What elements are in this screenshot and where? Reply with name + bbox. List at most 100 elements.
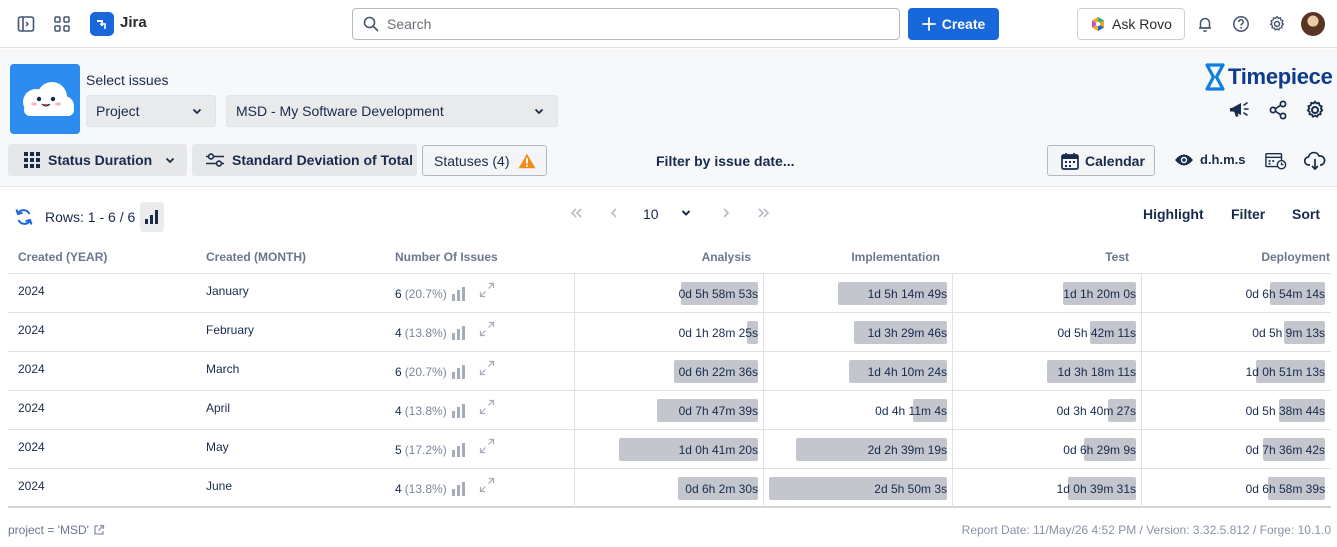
statuses-button[interactable]: Statuses (4) (422, 145, 547, 176)
expand-icon[interactable] (479, 399, 495, 415)
next-page-icon[interactable] (718, 204, 734, 222)
ask-rovo-button[interactable]: Ask Rovo (1077, 8, 1185, 40)
chevron-down-icon (166, 157, 175, 164)
calendar-button[interactable]: Calendar (1047, 145, 1155, 176)
deployment-cell[interactable]: 0d 6h 58m 39s (1142, 469, 1331, 508)
column-header-issues[interactable]: Number Of Issues (395, 250, 498, 264)
project-dropdown[interactable]: MSD - My Software Development (226, 95, 558, 127)
table-row[interactable]: 2024 April 4 (13.8%) 0d 7h 47m 39s 0d 4h … (8, 391, 1331, 430)
analysis-cell[interactable]: 0d 1h 28m 25s (575, 313, 764, 352)
cloud-download-icon[interactable] (1304, 150, 1326, 172)
settings-gear-icon[interactable] (1304, 99, 1326, 121)
last-page-icon[interactable] (756, 204, 772, 222)
test-cell[interactable]: 1d 3h 18m 11s (953, 352, 1142, 391)
bar-chart-icon[interactable] (451, 443, 466, 457)
table-row[interactable]: 2024 June 4 (13.8%) 0d 6h 2m 30s 2d 5h 50… (8, 469, 1331, 508)
sidebar-toggle-icon[interactable] (14, 12, 38, 36)
filter-button[interactable]: Filter (1231, 206, 1265, 222)
expand-icon[interactable] (479, 438, 495, 454)
megaphone-icon[interactable] (1229, 99, 1251, 121)
month-cell: February (206, 323, 255, 337)
table-row[interactable]: 2024 March 6 (20.7%) 0d 6h 22m 36s 1d 4h … (8, 352, 1331, 391)
column-header-deployment[interactable]: Deployment (1261, 250, 1330, 264)
test-cell[interactable]: 1d 1h 20m 0s (953, 274, 1142, 313)
bar-chart-icon (145, 210, 159, 224)
column-header-analysis[interactable]: Analysis (702, 250, 751, 264)
deployment-cell[interactable]: 0d 6h 54m 14s (1142, 274, 1331, 313)
issues-cell: 4 (13.8%) (395, 399, 495, 418)
filter-by-issue-date[interactable]: Filter by issue date... (656, 153, 795, 169)
test-cell[interactable]: 1d 0h 39m 31s (953, 469, 1142, 508)
external-link-icon (94, 524, 105, 535)
create-button[interactable]: Create (908, 8, 999, 40)
deployment-cell[interactable]: 0d 5h 38m 44s (1142, 391, 1331, 430)
analysis-cell[interactable]: 1d 0h 41m 20s (575, 430, 764, 469)
analysis-cell[interactable]: 0d 5h 58m 53s (575, 274, 764, 313)
user-avatar[interactable] (1301, 12, 1325, 36)
implementation-cell[interactable]: 0d 4h 11m 4s (764, 391, 953, 430)
implementation-cell[interactable]: 1d 4h 10m 24s (764, 352, 953, 391)
sort-button[interactable]: Sort (1292, 206, 1320, 222)
gear-icon[interactable] (1265, 12, 1289, 36)
duration-value: 0d 7h 36m 42s (1245, 443, 1325, 457)
scheduled-report-icon[interactable] (1265, 150, 1287, 172)
time-format-toggle[interactable]: d.h.m.s (1174, 152, 1246, 167)
previous-page-icon[interactable] (606, 204, 622, 222)
column-header-month[interactable]: Created (MONTH) (206, 250, 306, 264)
eye-icon (1175, 154, 1193, 165)
std-dev-button[interactable]: Standard Deviation of Total (192, 144, 417, 176)
refresh-icon[interactable] (14, 207, 34, 227)
search-input[interactable] (387, 16, 867, 32)
deployment-cell[interactable]: 1d 0h 51m 13s (1142, 352, 1331, 391)
chart-toggle-button[interactable] (140, 202, 165, 232)
deployment-cell[interactable]: 0d 5h 9m 13s (1142, 313, 1331, 352)
expand-icon[interactable] (479, 360, 495, 376)
table-row[interactable]: 2024 February 4 (13.8%) 0d 1h 28m 25s 1d … (8, 313, 1331, 352)
app-switcher-icon[interactable] (50, 12, 74, 36)
implementation-cell[interactable]: 1d 3h 29m 46s (764, 313, 953, 352)
analysis-cell[interactable]: 0d 7h 47m 39s (575, 391, 764, 430)
expand-icon[interactable] (479, 321, 495, 337)
jql-query-link[interactable]: project = 'MSD' (8, 523, 105, 537)
expand-icon[interactable] (479, 282, 495, 298)
selection-type-dropdown[interactable]: Project (86, 95, 216, 127)
analysis-cell[interactable]: 0d 6h 2m 30s (575, 469, 764, 508)
bar-chart-icon[interactable] (451, 365, 466, 379)
search-box[interactable] (352, 8, 900, 40)
bar-chart-icon[interactable] (451, 482, 466, 496)
month-cell: January (206, 284, 249, 298)
bar-chart-icon[interactable] (451, 287, 466, 301)
help-icon[interactable] (1229, 12, 1253, 36)
analysis-cell[interactable]: 0d 6h 22m 36s (575, 352, 764, 391)
test-cell[interactable]: 0d 6h 29m 9s (953, 430, 1142, 469)
issues-cell: 6 (20.7%) (395, 360, 495, 379)
year-cell: 2024 (18, 479, 45, 493)
column-header-implementation[interactable]: Implementation (851, 250, 940, 264)
table-row[interactable]: 2024 May 5 (17.2%) 1d 0h 41m 20s 2d 2h 39… (8, 430, 1331, 469)
issue-count: 4 (395, 326, 402, 340)
share-icon[interactable] (1267, 99, 1289, 121)
implementation-cell[interactable]: 2d 2h 39m 19s (764, 430, 953, 469)
column-header-test[interactable]: Test (1105, 250, 1129, 264)
bar-chart-icon[interactable] (451, 404, 466, 418)
expand-icon[interactable] (479, 477, 495, 493)
chevron-down-icon[interactable] (680, 207, 692, 219)
top-navigation: Jira Create Ask Rovo (0, 0, 1337, 48)
test-cell[interactable]: 0d 3h 40m 27s (953, 391, 1142, 430)
deployment-cell[interactable]: 0d 7h 36m 42s (1142, 430, 1331, 469)
first-page-icon[interactable] (568, 204, 584, 222)
implementation-cell[interactable]: 1d 5h 14m 49s (764, 274, 953, 313)
column-header-year[interactable]: Created (YEAR) (18, 250, 107, 264)
app-name[interactable]: Jira (120, 14, 147, 31)
highlight-button[interactable]: Highlight (1143, 206, 1204, 222)
implementation-cell[interactable]: 2d 5h 50m 3s (764, 469, 953, 508)
test-cell[interactable]: 0d 5h 42m 11s (953, 313, 1142, 352)
page-size-value[interactable]: 10 (643, 206, 659, 222)
table-row[interactable]: 2024 January 6 (20.7%) 0d 5h 58m 53s 1d 5… (8, 274, 1331, 313)
bar-chart-icon[interactable] (451, 326, 466, 340)
issue-percentage: (20.7%) (404, 287, 447, 301)
status-duration-button[interactable]: Status Duration (8, 144, 187, 176)
jira-logo-icon[interactable] (90, 12, 114, 36)
sliders-icon (206, 153, 224, 167)
bell-icon[interactable] (1193, 12, 1217, 36)
